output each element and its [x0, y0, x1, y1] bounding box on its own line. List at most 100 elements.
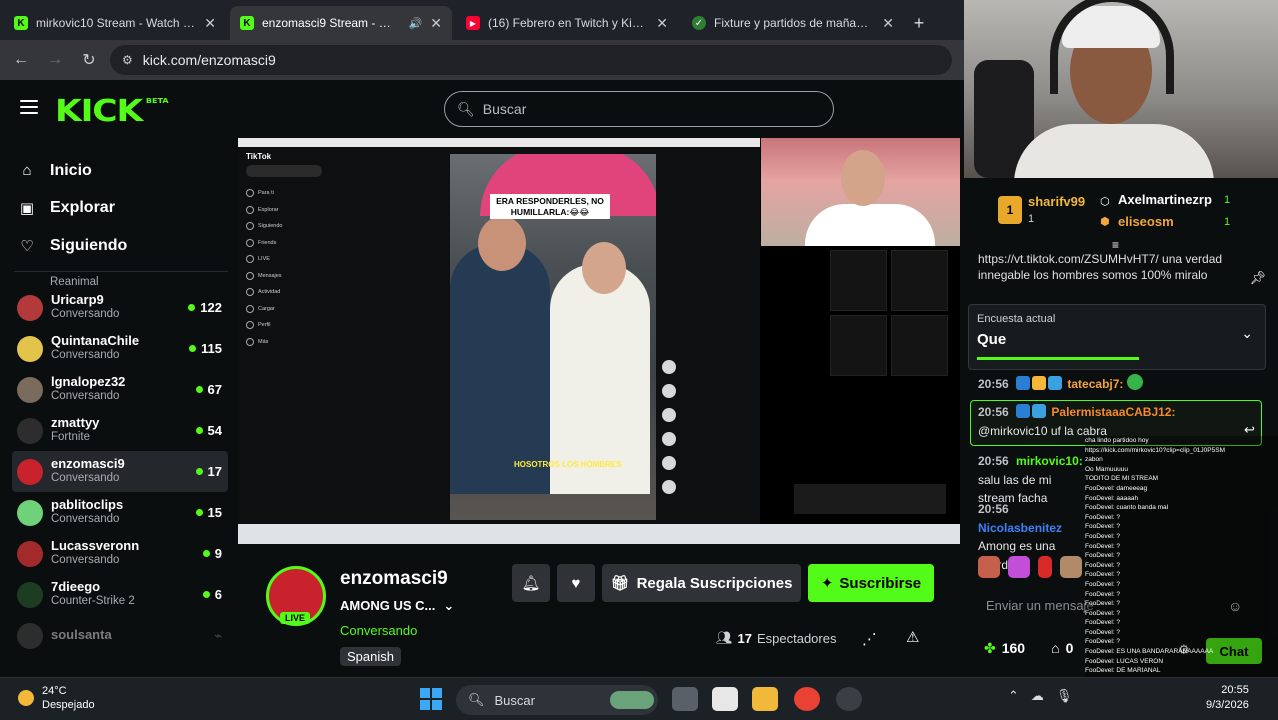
sidebar-channel-item[interactable]: 7dieego Counter-Strike 2 6: [12, 574, 228, 615]
sidebar-channel-item[interactable]: lgnalopez32 Conversando 67: [12, 369, 228, 410]
tiktok-nav-icon: [246, 304, 254, 313]
nav-inicio[interactable]: ⌂ Inicio: [0, 152, 232, 190]
viewer-number: 17: [737, 630, 752, 646]
new-tab-button[interactable]: +: [904, 6, 934, 40]
stream-title-text: AMONG US C...: [340, 598, 436, 613]
back-arrow-icon[interactable]: ←: [8, 47, 34, 73]
gift-subs-button[interactable]: 🎁︎ Regala Suscripciones: [602, 564, 801, 602]
message-user[interactable]: mirkovic10:: [1016, 454, 1083, 468]
leader-name[interactable]: sharifv99: [1028, 194, 1085, 209]
close-tab-icon[interactable]: ✕: [430, 15, 442, 32]
live-dot-icon: [188, 304, 196, 311]
sidebar: ⌂ Inicio ▣ Explorar ♡ Siguiendo Reanimal…: [0, 138, 232, 677]
message-user[interactable]: PalermistaaaCABJ12:: [1051, 405, 1175, 419]
viewer-number: 17: [207, 464, 222, 479]
windows-start-icon[interactable]: [420, 688, 442, 710]
pin-icon[interactable]: 📌︎: [1249, 270, 1266, 286]
taskbar-search[interactable]: 🔍︎ Buscar: [456, 685, 658, 715]
share-icon[interactable]: ⋰: [862, 630, 877, 648]
sidebar-channel-item[interactable]: pablitoclips Conversando 15: [12, 492, 228, 533]
sidebar-channel-item[interactable]: QuintanaChile Conversando 115: [12, 328, 228, 369]
chevron-up-icon[interactable]: ⌃: [1008, 688, 1019, 704]
address-bar-row: ← → ↻ ⚙ kick.com/enzomasci9: [0, 40, 964, 80]
menu-icon[interactable]: [20, 100, 38, 114]
weather-widget[interactable]: 24°C Despejado: [18, 684, 95, 713]
kick-logo[interactable]: KICK BETA: [55, 94, 169, 129]
reload-icon[interactable]: ↻: [76, 47, 102, 73]
facecam-shirt: [1014, 124, 1214, 178]
store-icon[interactable]: [712, 687, 738, 711]
browser-tab-1[interactable]: K mirkovic10 Stream - Watch Live ✕: [4, 6, 226, 40]
emote-icon[interactable]: [1008, 556, 1030, 578]
system-tray: ⌃ ☁ 🎙︎: [1008, 688, 1072, 704]
drag-handle-icon[interactable]: ≡: [1112, 238, 1119, 252]
overlay-chat-line: FooDevel: ?: [1085, 561, 1121, 569]
windows-taskbar: 24°C Despejado 🔍︎ Buscar ⌃ ☁ 🎙︎ 20:55 9/…: [0, 677, 1278, 720]
message-user[interactable]: Nicolasbenitez: [978, 521, 1062, 535]
browser-tab-4[interactable]: ✓ Fixture y partidos de mañana en ✕: [682, 6, 904, 40]
emote-icon[interactable]: [1060, 556, 1082, 578]
tiktok-nav-label: Más: [258, 338, 269, 345]
rank-badge: 1: [998, 196, 1022, 224]
sidebar-channel-item[interactable]: Uricarp9 Conversando 122: [12, 287, 228, 328]
sidebar-channel-item[interactable]: soulsanta ⌁: [12, 615, 228, 656]
file-explorer-icon[interactable]: [752, 687, 778, 711]
notification-bell-button[interactable]: 🔔︎: [512, 564, 550, 602]
forward-arrow-icon[interactable]: →: [42, 47, 68, 73]
nav-siguiendo[interactable]: ♡ Siguiendo: [0, 227, 232, 265]
chat-input[interactable]: Enviar un mensaje: [986, 598, 1094, 613]
person-left: [450, 244, 550, 494]
report-warning-icon[interactable]: ⚠: [906, 628, 919, 646]
channel-name[interactable]: enzomasci9: [340, 568, 448, 590]
chrome-icon[interactable]: [794, 687, 820, 711]
live-dot-icon: [195, 468, 203, 475]
nav-explorar[interactable]: ▣ Explorar: [0, 190, 232, 228]
overlay-chat-line: Oo Mamuuuuu: [1085, 465, 1128, 473]
overlay-chat-line: https://kick.com/mirkovic10?clip=clip_01…: [1085, 446, 1225, 454]
sidebar-channel-item[interactable]: zmattyy Fortnite 54: [12, 410, 228, 451]
stream-title[interactable]: AMONG US C... ⌄: [340, 598, 454, 614]
microphone-icon[interactable]: 🎙︎: [1056, 688, 1073, 704]
viewer-count: 15: [195, 505, 222, 520]
overlay-chat-line: zabon: [1085, 456, 1103, 464]
close-tab-icon[interactable]: ✕: [204, 15, 216, 32]
site-settings-icon[interactable]: ⚙: [122, 53, 133, 67]
search-input[interactable]: 🔍︎ Buscar: [444, 91, 834, 127]
follow-heart-button[interactable]: ♥: [557, 564, 595, 602]
chat-message: 20:56 tatecabj7:: [978, 374, 1268, 394]
emote-icon[interactable]: [1038, 556, 1052, 578]
leader-name[interactable]: eliseosm: [1118, 214, 1174, 229]
search-icon: 🔍︎: [457, 100, 475, 117]
tiktok-nav-item: Más: [246, 334, 332, 351]
sidebar-channel-item[interactable]: Lucassveronn Conversando 9: [12, 533, 228, 574]
emote-icon[interactable]: [978, 556, 1000, 578]
subscribe-button[interactable]: ✦ Suscribirse: [808, 564, 934, 602]
speaker-icon[interactable]: 🔊: [409, 17, 423, 30]
points-icon: ✤: [984, 640, 996, 656]
sidebar-channel-item[interactable]: enzomasci9 Conversando 17: [12, 451, 228, 492]
leader-name[interactable]: Axelmartinezrp: [1118, 192, 1212, 207]
poll-question: Que: [977, 331, 1007, 348]
stream-category[interactable]: Conversando: [340, 623, 417, 638]
language-tag[interactable]: Spanish: [340, 647, 401, 666]
poll-card[interactable]: Encuesta actual Que ⌄: [968, 304, 1266, 370]
chevron-down-icon[interactable]: ⌄: [443, 598, 454, 614]
video-player[interactable]: TikTok Para ti Explorar Siguiendo Friends LI…: [238, 138, 960, 544]
stream-screen-capture: TikTok Para ti Explorar Siguiendo Friends LI…: [238, 138, 760, 544]
gift-icon: 🎁︎: [610, 575, 630, 592]
obs-icon[interactable]: [836, 687, 862, 711]
url-field[interactable]: ⚙ kick.com/enzomasci9: [110, 45, 952, 75]
cloud-icon[interactable]: ☁: [1031, 688, 1044, 704]
close-tab-icon[interactable]: ✕: [882, 15, 894, 32]
overlay-chat-line: FooDevel: ?: [1085, 542, 1121, 550]
points-display[interactable]: ✤ 160 ⌂ 0: [984, 640, 1073, 657]
clock[interactable]: 20:55 9/3/2026: [1206, 683, 1249, 714]
crown-icon: [1032, 376, 1047, 390]
channel-category: Fortnite: [51, 431, 90, 444]
browser-tab-2[interactable]: K enzomasci9 Stream - Watch Live 🔊 ✕: [230, 6, 452, 40]
browser-tab-3[interactable]: ▶ (16) Febrero en Twitch y Kick Ar ✕: [456, 6, 678, 40]
close-tab-icon[interactable]: ✕: [656, 15, 668, 32]
task-view-icon[interactable]: [672, 687, 698, 711]
message-user[interactable]: tatecabj7:: [1067, 377, 1123, 391]
chevron-down-icon[interactable]: ⌄: [1241, 325, 1253, 342]
